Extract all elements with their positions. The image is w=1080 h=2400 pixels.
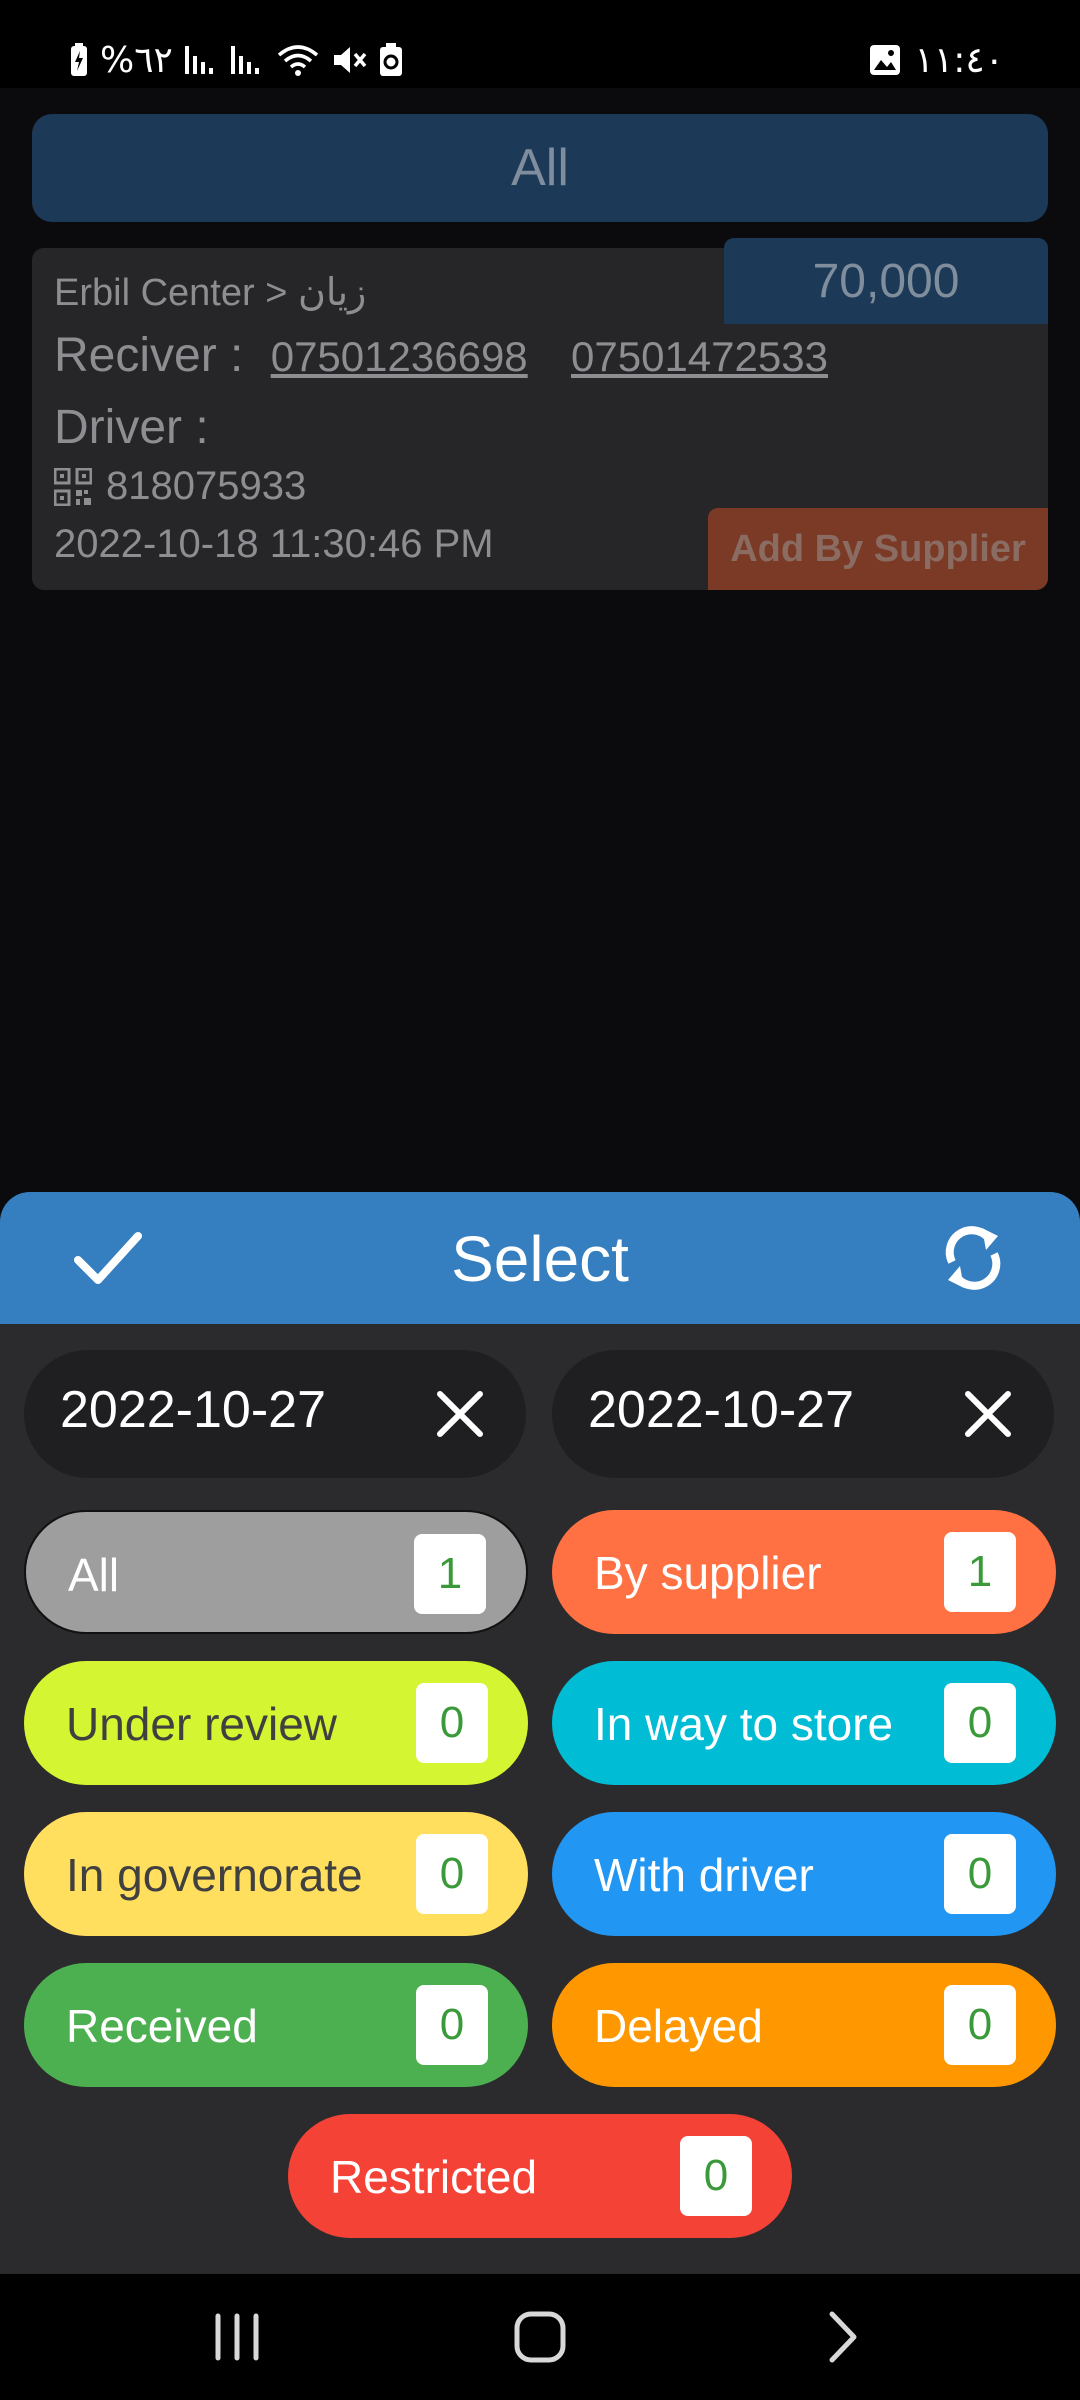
order-card[interactable]: 70,000 Erbil Center > زيان Reciver : 075… — [32, 238, 1048, 590]
order-receiver: Reciver : 07501236698 07501472533 — [54, 328, 828, 383]
from-date-field[interactable]: 2022-10-27 — [24, 1350, 526, 1478]
sync-icon[interactable] — [938, 1222, 1008, 1294]
status-filter-in-way-to-store[interactable]: In way to store 0 — [552, 1661, 1056, 1785]
status-label: Restricted — [330, 2151, 538, 2203]
gallery-notification-icon — [869, 45, 900, 75]
status-label: In way to store — [594, 1698, 894, 1750]
status-filter-with-driver[interactable]: With driver 0 — [552, 1812, 1056, 1936]
status-count: 0 — [416, 1985, 488, 2065]
status-label: By supplier — [594, 1547, 822, 1599]
order-route: Erbil Center > زيان — [54, 272, 367, 314]
status-count: 0 — [944, 1834, 1016, 1914]
home-icon[interactable] — [505, 2304, 575, 2370]
signal-icon — [230, 46, 259, 74]
recent-apps-icon[interactable] — [202, 2304, 272, 2370]
order-code: 818075933 — [54, 464, 306, 509]
qr-code-icon — [54, 467, 92, 506]
status-count: 0 — [680, 2136, 752, 2216]
sheet-header: Select — [0, 1192, 1080, 1324]
receiver-label: Reciver : — [54, 329, 244, 382]
status-filter-restricted[interactable]: Restricted 0 — [288, 2114, 792, 2238]
system-navigation-bar — [0, 2274, 1080, 2400]
status-bar: %٦٢ ١١:٤٠ — [0, 0, 1080, 88]
to-date-field[interactable]: 2022-10-27 — [552, 1350, 1054, 1478]
status-filter-delayed[interactable]: Delayed 0 — [552, 1963, 1056, 2087]
status-filter-by-supplier[interactable]: By supplier 1 — [552, 1510, 1056, 1634]
wifi-icon — [277, 45, 319, 76]
mute-icon — [333, 47, 367, 73]
sheet-title: Select — [451, 1223, 629, 1295]
receiver-phone-link[interactable]: 07501472533 — [571, 333, 828, 380]
add-by-supplier-badge[interactable]: Add By Supplier — [708, 508, 1048, 590]
filter-bar[interactable]: All — [32, 114, 1048, 222]
status-count: 0 — [944, 1985, 1016, 2065]
order-datetime: 2022-10-18 11:30:46 PM — [54, 522, 494, 566]
close-icon[interactable] — [434, 1388, 486, 1440]
status-filter-all[interactable]: All 1 — [24, 1510, 528, 1634]
order-price: 70,000 — [724, 238, 1048, 324]
status-count: 1 — [414, 1534, 486, 1614]
status-label: With driver — [594, 1849, 814, 1901]
status-label: All — [68, 1549, 120, 1601]
back-icon[interactable] — [808, 2304, 878, 2370]
status-count: 1 — [944, 1532, 1016, 1612]
status-bar-left: %٦٢ — [70, 36, 403, 84]
battery-saver-icon — [379, 43, 402, 76]
status-count: 0 — [416, 1834, 488, 1914]
order-list-background: All 70,000 Erbil Center > زيان Reciver :… — [0, 88, 1080, 1192]
clock: ١١:٤٠ — [914, 39, 1004, 81]
status-label: Delayed — [594, 2000, 763, 2052]
select-bottom-sheet: Select 2022-10-27 2022-10-27 All 1 By su… — [0, 1192, 1080, 2274]
status-filter-received[interactable]: Received 0 — [24, 1963, 528, 2087]
close-icon[interactable] — [962, 1388, 1014, 1440]
status-filter-under-review[interactable]: Under review 0 — [24, 1661, 528, 1785]
status-label: In governorate — [66, 1849, 363, 1901]
battery-percent: %٦٢ — [100, 39, 173, 81]
from-date-value: 2022-10-27 — [60, 1381, 326, 1439]
order-driver: Driver : — [54, 401, 209, 454]
signal-icon — [184, 46, 213, 74]
to-date-value: 2022-10-27 — [588, 1381, 854, 1439]
order-code-value: 818075933 — [106, 464, 307, 508]
status-count: 0 — [416, 1683, 488, 1763]
status-label: Under review — [66, 1698, 337, 1750]
status-count: 0 — [944, 1683, 1016, 1763]
receiver-phone-link[interactable]: 07501236698 — [271, 333, 528, 380]
battery-icon — [71, 43, 87, 76]
status-bar-right: ١١:٤٠ — [869, 36, 1004, 84]
status-label: Received — [66, 2000, 258, 2052]
status-filter-in-governorate[interactable]: In governorate 0 — [24, 1812, 528, 1936]
